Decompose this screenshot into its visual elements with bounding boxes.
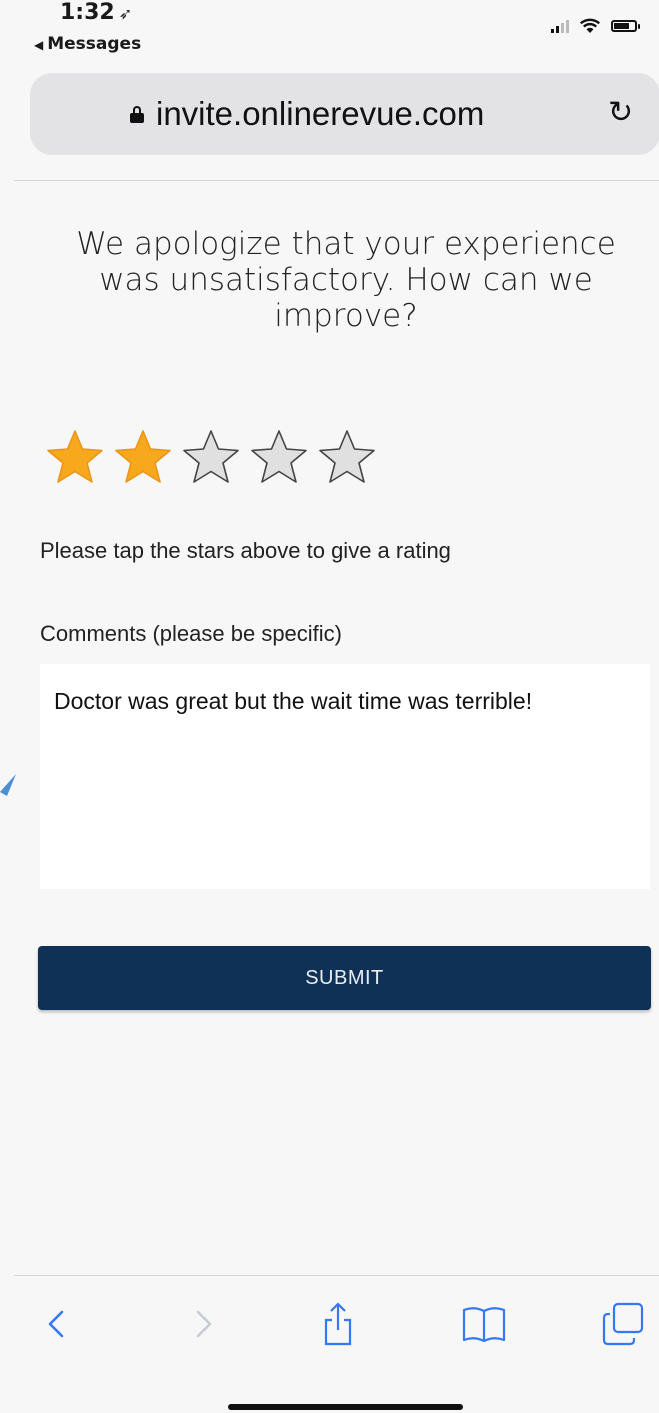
battery-icon — [611, 20, 640, 32]
comments-label: Comments (please be specific) — [40, 621, 343, 646]
forward-chevron-icon[interactable] — [178, 1300, 226, 1348]
lock-icon — [130, 106, 144, 123]
rating-hint: Please tap the stars above to give a rat… — [40, 538, 451, 563]
tabs-icon[interactable] — [600, 1300, 648, 1348]
reload-icon[interactable]: ↻ — [608, 95, 633, 130]
cellular-signal-icon — [551, 19, 569, 33]
browser-toolbar — [0, 1275, 659, 1413]
status-bar: 1:32 ➶ ◀ Messages — [0, 0, 659, 62]
address-bar[interactable]: invite.onlinerevue.com ↻ — [30, 73, 659, 155]
submit-button[interactable]: SUBMIT — [38, 946, 651, 1010]
page-heading: We apologize that your experience was un… — [76, 226, 616, 334]
star-1-icon[interactable] — [44, 428, 106, 486]
address-divider — [14, 180, 659, 181]
url-text: invite.onlinerevue.com — [156, 95, 485, 132]
back-chevron-icon[interactable] — [34, 1300, 82, 1348]
home-indicator — [228, 1404, 463, 1410]
star-2-icon[interactable] — [112, 428, 174, 486]
status-time-text: 1:32 — [60, 0, 115, 25]
star-rating[interactable] — [44, 428, 378, 486]
side-arrow-icon — [0, 774, 16, 796]
status-icons — [551, 18, 640, 34]
star-3-icon[interactable] — [180, 428, 242, 486]
back-triangle-icon: ◀ — [34, 38, 44, 52]
wifi-icon — [579, 18, 601, 33]
share-icon[interactable] — [314, 1300, 362, 1348]
toolbar-divider — [14, 1275, 659, 1276]
status-time: 1:32 ➶ — [60, 0, 132, 25]
star-4-icon[interactable] — [248, 428, 310, 486]
back-to-app-link[interactable]: ◀ Messages — [34, 34, 141, 54]
star-5-icon[interactable] — [316, 428, 378, 486]
comments-textarea[interactable]: Doctor was great but the wait time was t… — [40, 664, 650, 889]
bookmarks-icon[interactable] — [460, 1300, 508, 1348]
address-content: invite.onlinerevue.com — [130, 95, 484, 133]
back-app-label: Messages — [47, 34, 142, 54]
location-arrow-icon: ➶ — [118, 4, 133, 23]
